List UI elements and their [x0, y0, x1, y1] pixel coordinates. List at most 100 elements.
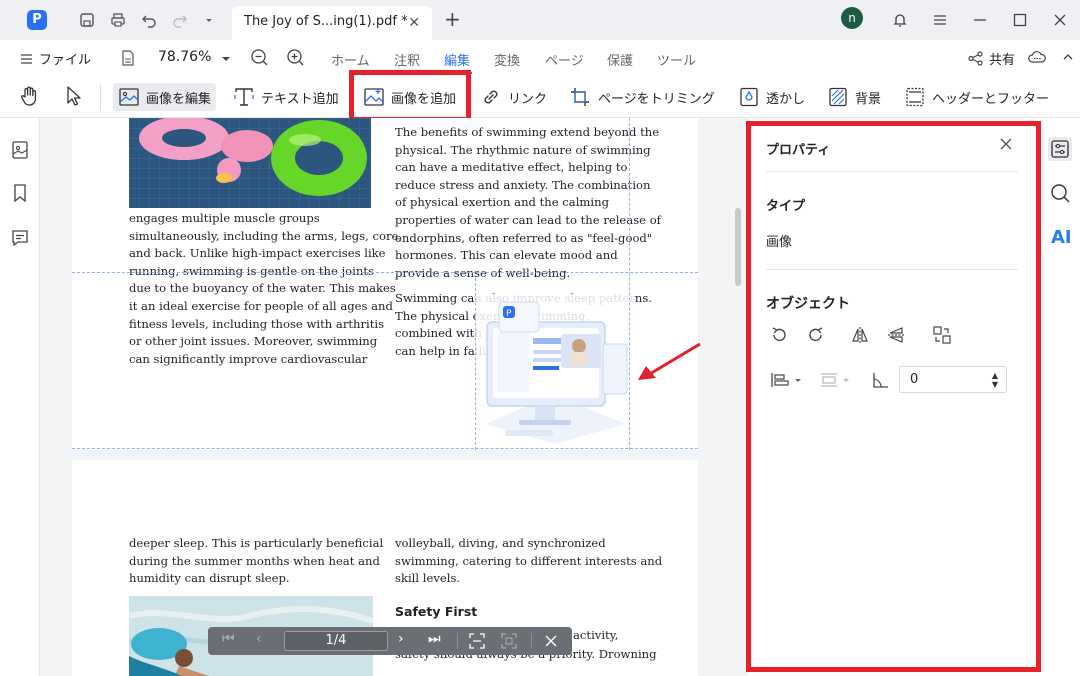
share-button[interactable]: 共有: [968, 49, 1015, 68]
link-icon: [484, 90, 498, 104]
page-number-input[interactable]: 1/4: [284, 631, 388, 651]
text-line: The benefits of swimming extend beyond t…: [395, 125, 660, 139]
page2-right-tail-1: activity,: [573, 628, 619, 642]
avatar[interactable]: n: [841, 7, 863, 29]
tab-page[interactable]: ページ: [545, 50, 584, 69]
image-guide-line: [475, 278, 476, 450]
search-icon[interactable]: [1049, 182, 1071, 204]
page2-left-column[interactable]: deeper sleep. This is particularly benef…: [129, 535, 383, 588]
left-sidebar: [0, 118, 40, 676]
zoom-dropdown-icon[interactable]: [221, 55, 231, 63]
text-line: skill levels.: [395, 571, 461, 586]
comment-icon[interactable]: [10, 228, 30, 248]
background-icon: [829, 87, 847, 107]
close-tab-icon[interactable]: ✕: [408, 15, 420, 31]
tab-home[interactable]: ホーム: [331, 50, 370, 69]
notification-bell-icon[interactable]: [891, 11, 909, 29]
file-menu[interactable]: ファイル: [20, 49, 91, 68]
collapse-ribbon-icon[interactable]: [1063, 52, 1073, 62]
text-line: volleyball, diving, and synchronized: [395, 536, 606, 550]
ai-assistant-icon[interactable]: AI: [1051, 227, 1072, 248]
background-button[interactable]: 背景: [827, 83, 881, 111]
select-arrow-icon[interactable]: [64, 85, 84, 107]
text-line: endorphins, often referred to as "feel-g…: [395, 230, 653, 245]
bookmark-icon[interactable]: [10, 183, 30, 203]
fit-width-icon[interactable]: [469, 633, 485, 649]
text-line: of physical exertion and the calming: [395, 195, 610, 210]
hamburger-menu-icon[interactable]: [931, 11, 949, 29]
text-line: reduce stress and anxiety. The combinati…: [395, 177, 651, 192]
last-page-icon[interactable]: ⏭: [428, 631, 441, 647]
column-guide-line: [629, 118, 630, 450]
page1-right-column[interactable]: The benefits of swimming extend beyond t…: [395, 124, 661, 282]
text-line: fitness levels, including those with art…: [129, 316, 385, 331]
safety-heading: Safety First: [395, 604, 478, 619]
cloud-icon[interactable]: [1028, 50, 1046, 64]
add-text-icon: [234, 88, 254, 106]
thumbnail-panel-icon[interactable]: [10, 140, 30, 160]
zoom-out-icon[interactable]: [250, 48, 269, 67]
hand-tool-icon[interactable]: [19, 85, 41, 107]
quick-access-dropdown-icon[interactable]: [200, 11, 218, 29]
zoom-level[interactable]: 78.76%: [158, 49, 211, 65]
document-tab-title: The Joy of S...ing(1).pdf *: [244, 14, 408, 29]
nav-divider: [457, 633, 458, 649]
zoom-in-icon[interactable]: [286, 48, 305, 67]
text-line: physical. The rhythmic nature of swimmin…: [395, 142, 651, 157]
trim-page-label: ページをトリミング: [598, 91, 715, 107]
prev-page-icon[interactable]: ‹: [256, 631, 262, 647]
tab-protect[interactable]: 保護: [607, 50, 633, 69]
properties-panel-icon[interactable]: [1048, 137, 1072, 161]
trim-page-button[interactable]: ページをトリミング: [570, 83, 715, 111]
text-line: and back. Unlike high-impact exercises l…: [129, 246, 386, 261]
edit-image-button[interactable]: 画像を編集: [113, 83, 217, 111]
tab-convert[interactable]: 変換: [494, 50, 520, 69]
nav-divider: [531, 633, 532, 649]
page1-left-column[interactable]: engages multiple muscle groups simultane…: [129, 210, 402, 368]
vertical-scrollbar-thumb[interactable]: [735, 208, 741, 286]
text-line: swimming, catering to different interest…: [395, 553, 663, 568]
edit-image-label: 画像を編集: [146, 91, 212, 107]
first-page-icon[interactable]: ⏮: [222, 631, 235, 647]
file-menu-label: ファイル: [39, 53, 92, 68]
pool-floats-image[interactable]: [129, 118, 371, 208]
close-window-icon[interactable]: [1051, 11, 1069, 29]
fit-page-icon[interactable]: [501, 633, 517, 649]
page-thumbnail-icon[interactable]: [121, 50, 135, 66]
toolbar-divider: [100, 84, 101, 110]
text-line: during the summer months when heat and: [129, 553, 380, 568]
save-icon[interactable]: [78, 11, 96, 29]
close-nav-icon[interactable]: [544, 634, 558, 648]
tab-annotate[interactable]: 注釈: [394, 50, 420, 69]
page2-right-column[interactable]: volleyball, diving, and synchronized swi…: [395, 535, 662, 588]
redo-icon[interactable]: [171, 11, 189, 29]
background-label: 背景: [855, 91, 882, 107]
watermark-drop-icon: [740, 87, 758, 107]
maximize-icon[interactable]: [1011, 11, 1029, 29]
tab-tools[interactable]: ツール: [657, 50, 696, 69]
edit-toolbar: 画像を編集 テキスト追加 画像を追加 リンク ページをトリミング 透かし 背景 …: [0, 76, 1080, 118]
next-page-icon[interactable]: ›: [398, 631, 404, 647]
text-line: hormones. This can elevate mood and: [395, 248, 618, 263]
share-icon: [968, 51, 983, 66]
inserted-image[interactable]: P: [475, 294, 635, 444]
add-text-button[interactable]: テキスト追加: [233, 83, 339, 111]
page-navigation-bar: ⏮ ‹ 1/4 › ⏭: [208, 627, 572, 655]
document-tab[interactable]: The Joy of S...ing(1).pdf * ✕: [232, 6, 432, 40]
tab-edit[interactable]: 編集: [441, 50, 473, 74]
header-footer-button[interactable]: ヘッダーとフッター: [904, 83, 1049, 111]
svg-text:P: P: [506, 309, 512, 319]
minimize-icon[interactable]: [971, 11, 989, 29]
header-footer-icon: [906, 87, 924, 107]
title-bar: P The Joy of S...ing(1).pdf * ✕ + n: [0, 0, 1080, 40]
document-page-1[interactable]: engages multiple muscle groups simultane…: [72, 118, 698, 450]
link-button[interactable]: リンク: [480, 83, 547, 111]
new-tab-button[interactable]: +: [444, 9, 461, 29]
share-label: 共有: [989, 53, 1016, 68]
print-icon[interactable]: [109, 11, 127, 29]
app-logo-icon[interactable]: P: [27, 10, 47, 30]
watermark-button[interactable]: 透かし: [738, 83, 805, 111]
undo-icon[interactable]: [140, 11, 158, 29]
edit-image-icon: [119, 88, 139, 106]
document-canvas[interactable]: engages multiple muscle groups simultane…: [40, 118, 748, 676]
